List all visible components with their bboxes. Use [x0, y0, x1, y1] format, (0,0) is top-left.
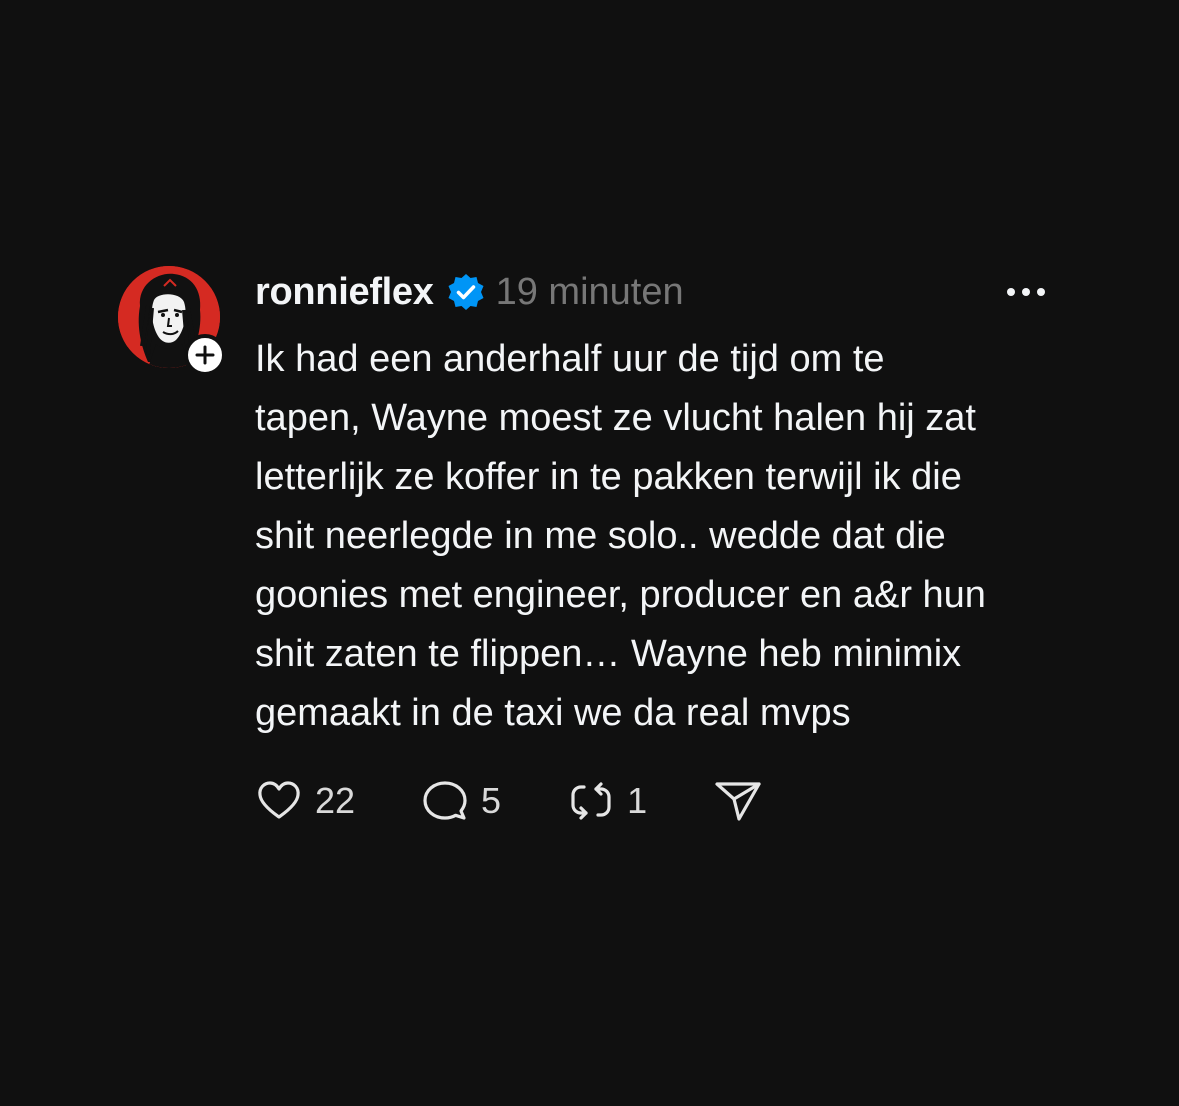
more-dots-icon — [1022, 288, 1030, 296]
like-count: 22 — [315, 780, 356, 821]
more-dots-icon — [1037, 288, 1045, 296]
share-button[interactable] — [713, 777, 763, 825]
comment-count: 5 — [481, 780, 502, 821]
verified-badge-icon — [446, 272, 486, 312]
more-dots-icon — [1007, 288, 1015, 296]
plus-icon — [195, 345, 215, 365]
post-actions: 22 5 1 — [255, 776, 763, 826]
comment-button[interactable]: 5 — [421, 777, 501, 825]
post-text: Ik had een anderhalf uur de tijd om te t… — [255, 338, 986, 734]
post-header: ronnieflex 19 minuten — [255, 268, 684, 316]
more-options-button[interactable] — [998, 272, 1054, 312]
username[interactable]: ronnieflex — [255, 271, 434, 314]
send-icon — [715, 782, 761, 821]
repost-icon — [571, 782, 611, 820]
post-timestamp: 19 minuten — [495, 270, 684, 313]
avatar-container[interactable] — [118, 266, 226, 376]
like-button[interactable]: 22 — [255, 777, 355, 825]
repost-count: 1 — [627, 780, 648, 821]
heart-icon — [258, 781, 300, 819]
page: ronnieflex 19 minuten Ik had een anderha… — [0, 0, 1179, 1106]
comment-bubble-icon — [423, 781, 467, 820]
follow-button[interactable] — [184, 334, 226, 376]
repost-button[interactable]: 1 — [567, 777, 647, 825]
